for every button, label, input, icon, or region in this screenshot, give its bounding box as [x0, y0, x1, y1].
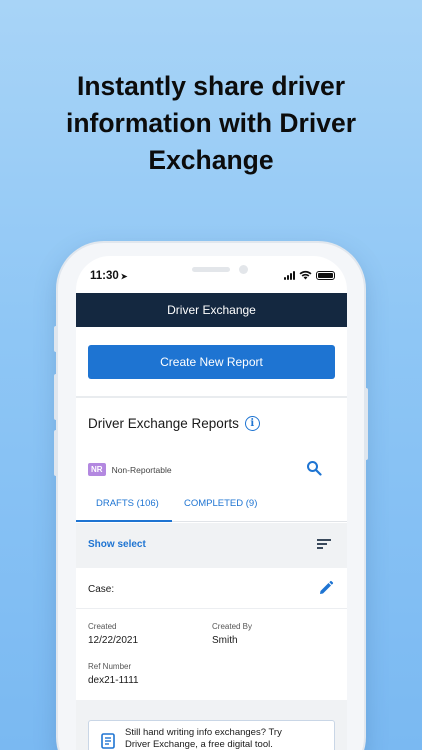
app-bar-title: Driver Exchange — [167, 303, 256, 317]
nr-legend-text: Non-Reportable — [111, 464, 172, 475]
tab-drafts[interactable]: DRAFTS (106) — [96, 498, 159, 509]
status-time: 11:30 ➤ — [90, 270, 127, 282]
case-label: Case: — [88, 584, 115, 595]
speaker-grille — [192, 267, 230, 272]
status-time-text: 11:30 — [90, 270, 119, 282]
reports-title: Driver Exchange Reports — [88, 416, 239, 431]
report-tabs: DRAFTS (106) COMPLETED (9) — [76, 492, 347, 522]
card-divider — [76, 608, 347, 609]
section-divider — [76, 396, 347, 398]
phone-volume-up — [54, 374, 58, 420]
app-bar: Driver Exchange — [76, 293, 347, 327]
created-value: 12/22/2021 — [88, 635, 139, 646]
status-bar: 11:30 ➤ — [76, 256, 347, 292]
reports-header: Driver Exchange Reports i — [88, 416, 260, 431]
edit-icon[interactable] — [318, 580, 334, 596]
tab-completed[interactable]: COMPLETED (9) — [184, 498, 257, 509]
promo-banner[interactable]: Still hand writing info exchanges? Try D… — [88, 720, 335, 750]
created-label: Created — [88, 622, 117, 631]
headline-line-1: Instantly share driver — [76, 71, 346, 101]
location-arrow-icon: ➤ — [120, 272, 128, 281]
headline: Instantly share driver information with … — [0, 68, 422, 179]
show-select-button[interactable]: Show select — [88, 539, 146, 550]
front-camera — [239, 265, 248, 274]
create-new-report-label: Create New Report — [160, 355, 263, 369]
promo-text: Still hand writing info exchanges? Try D… — [125, 727, 325, 750]
create-new-report-button[interactable]: Create New Report — [88, 345, 335, 379]
battery-icon — [316, 270, 335, 280]
headline-line-3: Exchange — [148, 145, 274, 175]
info-icon[interactable]: i — [244, 416, 260, 431]
active-tab-indicator — [76, 520, 172, 522]
sort-icon[interactable] — [317, 539, 331, 551]
created-by-label: Created By — [212, 622, 253, 631]
promo-line-2: Driver Exchange, a free digital tool. — [125, 739, 273, 750]
phone-mute-switch — [54, 326, 58, 352]
phone-screen: 11:30 ➤ Driver Exchange Create New Report… — [76, 256, 347, 750]
wifi-icon — [299, 270, 312, 280]
phone-volume-down — [54, 430, 58, 476]
ref-number-label: Ref Number — [88, 662, 132, 671]
cellular-signal-icon — [284, 270, 295, 280]
non-reportable-legend: NR Non-Reportable — [88, 463, 172, 476]
nr-badge: NR — [88, 463, 106, 476]
search-icon[interactable] — [306, 460, 322, 476]
status-icons — [284, 270, 335, 280]
promo-line-1: Still hand writing info exchanges? Try — [125, 727, 282, 738]
ref-number-value: dex21-1111 — [88, 675, 139, 686]
created-by-value: Smith — [212, 635, 238, 646]
headline-line-2: information with Driver — [65, 108, 357, 138]
document-icon — [101, 733, 115, 749]
phone-power-button — [364, 388, 368, 460]
report-card[interactable]: Case: Created 12/22/2021 Created By Smit… — [76, 568, 347, 700]
